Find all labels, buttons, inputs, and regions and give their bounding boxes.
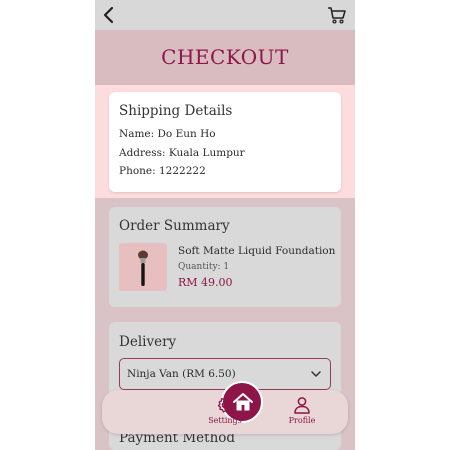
product-name: Soft Matte Liquid Foundation	[178, 245, 336, 257]
page-title: CHECKOUT	[161, 45, 289, 69]
product-quantity: Quantity: 1	[178, 262, 230, 272]
product-image[interactable]	[119, 243, 167, 291]
nav-settings-label: Settings	[208, 416, 242, 425]
cart-icon[interactable]	[327, 5, 347, 25]
delivery-selected-value: Ninja Van (RM 6.50)	[127, 368, 236, 380]
top-bar	[95, 0, 355, 30]
product-price: RM 49.00	[178, 276, 233, 289]
back-chevron-icon[interactable]	[99, 4, 119, 26]
order-summary-card: Order Summary Soft Matte Liquid Foundati…	[109, 207, 341, 307]
nav-profile[interactable]: Profile	[277, 396, 327, 425]
shipping-name: Name: Do Eun Ho	[119, 128, 216, 140]
checkout-screen: CHECKOUT Shipping Details Name: Do Eun H…	[95, 0, 355, 450]
delivery-select[interactable]: Ninja Van (RM 6.50)	[119, 358, 331, 390]
shipping-title: Shipping Details	[119, 103, 233, 119]
makeup-brush-icon	[138, 250, 148, 286]
user-icon	[294, 397, 310, 414]
gear-icon	[217, 396, 233, 413]
shipping-address: Address: Kuala Lumpur	[119, 147, 245, 159]
order-summary-title: Order Summary	[119, 218, 230, 234]
shipping-phone: Phone: 1222222	[119, 165, 206, 177]
delivery-title: Delivery	[119, 334, 177, 350]
nav-profile-label: Profile	[288, 416, 316, 425]
shipping-details-card: Shipping Details Name: Do Eun Ho Address…	[109, 92, 341, 192]
chevron-down-icon	[311, 371, 321, 377]
nav-settings[interactable]: Settings	[200, 396, 250, 425]
